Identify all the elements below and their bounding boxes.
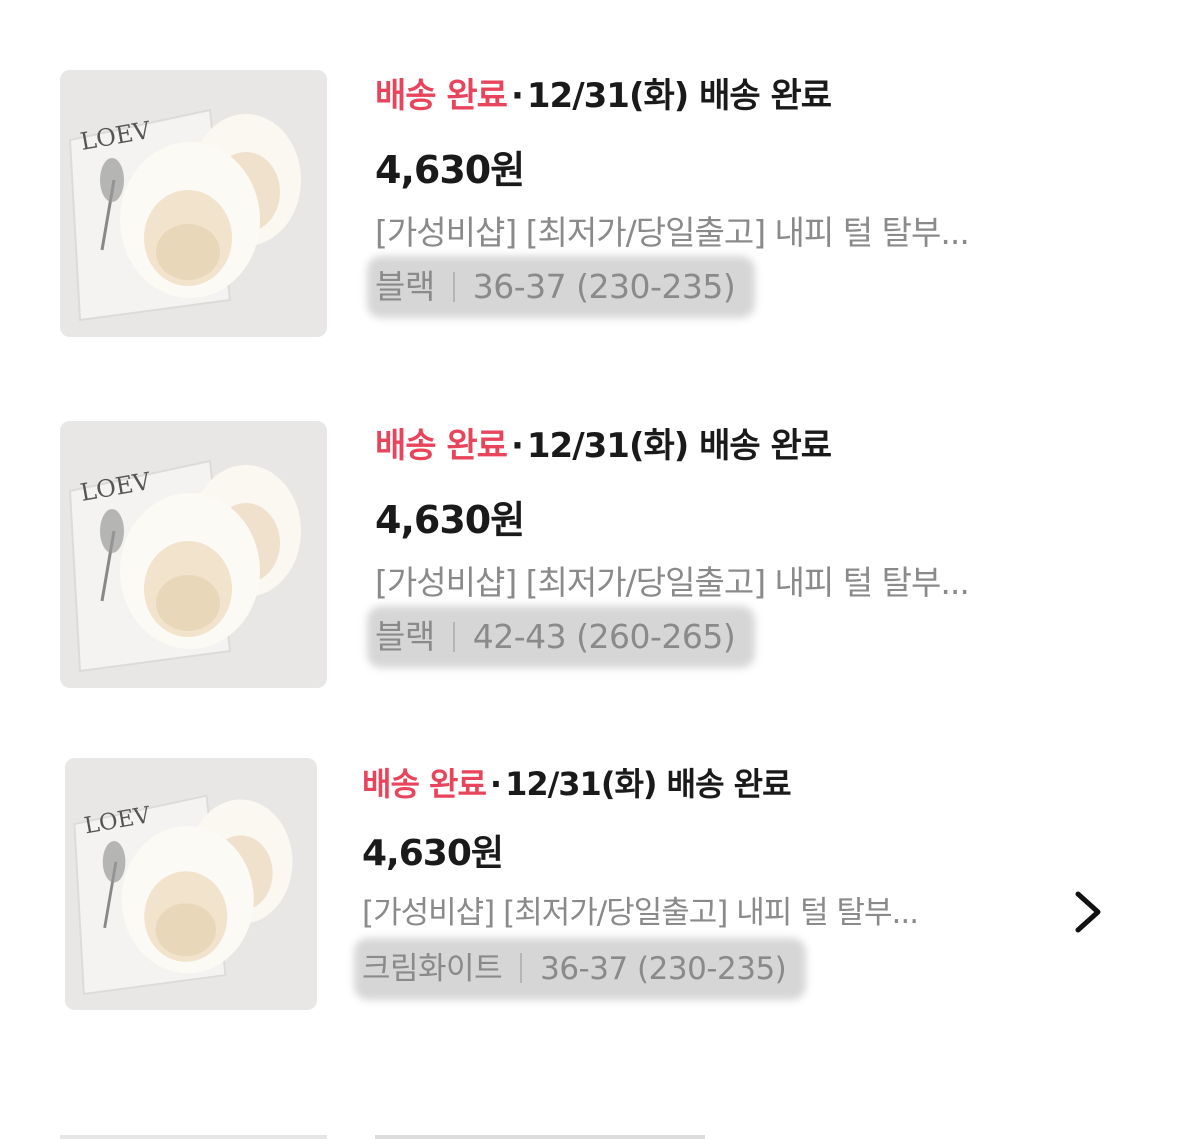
slipper-image: LOEV (65, 758, 317, 1010)
status-label: 배송 완료 (375, 76, 508, 116)
product-thumbnail[interactable]: LOEV (60, 70, 327, 337)
option-divider (452, 622, 455, 652)
product-option: 블랙 36-37 (230-235) (375, 266, 736, 308)
delivery-status: 배송 완료 · 12/31(화) 배송 완료 (375, 424, 969, 468)
option-size: 36-37 (230-235) (540, 951, 787, 987)
product-thumbnail[interactable]: LOEV (65, 758, 317, 1010)
delivery-date: 12/31(화) 배송 완료 (526, 76, 832, 116)
price: 4,630원 (375, 498, 525, 542)
option-divider (520, 953, 523, 983)
status-separator: · (510, 76, 524, 116)
delivery-date: 12/31(화) 배송 완료 (526, 426, 832, 466)
option-divider (452, 272, 455, 302)
status-separator: · (510, 426, 524, 466)
delivery-status: 배송 완료 · 12/31(화) 배송 완료 (375, 74, 969, 118)
chevron-right-icon[interactable] (1068, 888, 1108, 936)
option-row: 블랙 42-43 (260-265) (367, 606, 756, 668)
slipper-image: LOEV (60, 421, 327, 688)
price: 4,630원 (375, 148, 525, 192)
product-option: 크림화이트 36-37 (230-235) (362, 948, 787, 990)
order-info: 배송 완료 · 12/31(화) 배송 완료 4,630원 [가성비샵] [최저가/… (367, 424, 970, 668)
order-item[interactable]: LOEV 배송 완료 · 12/31(화) 배송 완료 4,630원 [가성비샵] … (0, 360, 1200, 720)
option-size: 42-43 (260-265) (472, 617, 736, 656)
option-row: 블랙 36-37 (230-235) (367, 256, 756, 318)
delivery-status: 배송 완료 · 12/31(화) 배송 완료 (362, 762, 918, 806)
product-title: [가성비샵] [최저가/당일출고] 내피 털 탈부... (375, 563, 970, 602)
status-label: 배송 완료 (375, 426, 508, 466)
product-title: [가성비샵] [최저가/당일출고] 내피 털 탈부... (375, 213, 970, 252)
price: 4,630원 (362, 833, 504, 874)
order-item[interactable]: LOEV 배송 완료 · 12/31(화) 배송 완료 4,630원 [가성비샵] … (0, 0, 1200, 360)
product-title: [가성비샵] [최저가/당일출고] 내피 털 탈부... (362, 895, 919, 931)
status-label: 배송 완료 (362, 765, 487, 803)
option-size: 36-37 (230-235) (472, 267, 736, 306)
option-color: 블랙 (375, 267, 435, 306)
order-item[interactable]: LOEV 배송 완료 · 12/31(화) 배송 완료 4,630원 [가성비샵] … (0, 720, 1200, 1120)
delivery-date: 12/31(화) 배송 완료 (505, 765, 791, 803)
status-separator: · (489, 765, 502, 803)
order-info: 배송 완료 · 12/31(화) 배송 완료 4,630원 [가성비샵] [최저가/… (354, 762, 919, 1000)
option-row: 크림화이트 36-37 (230-235) (354, 938, 807, 1000)
product-thumbnail[interactable]: LOEV (60, 421, 327, 688)
next-order-item-partial (60, 1135, 705, 1139)
slipper-image: LOEV (60, 70, 327, 337)
product-option: 블랙 42-43 (260-265) (375, 616, 736, 658)
option-color: 크림화이트 (362, 951, 503, 987)
option-color: 블랙 (375, 617, 435, 656)
order-info: 배송 완료 · 12/31(화) 배송 완료 4,630원 [가성비샵] [최저가/… (367, 74, 970, 318)
